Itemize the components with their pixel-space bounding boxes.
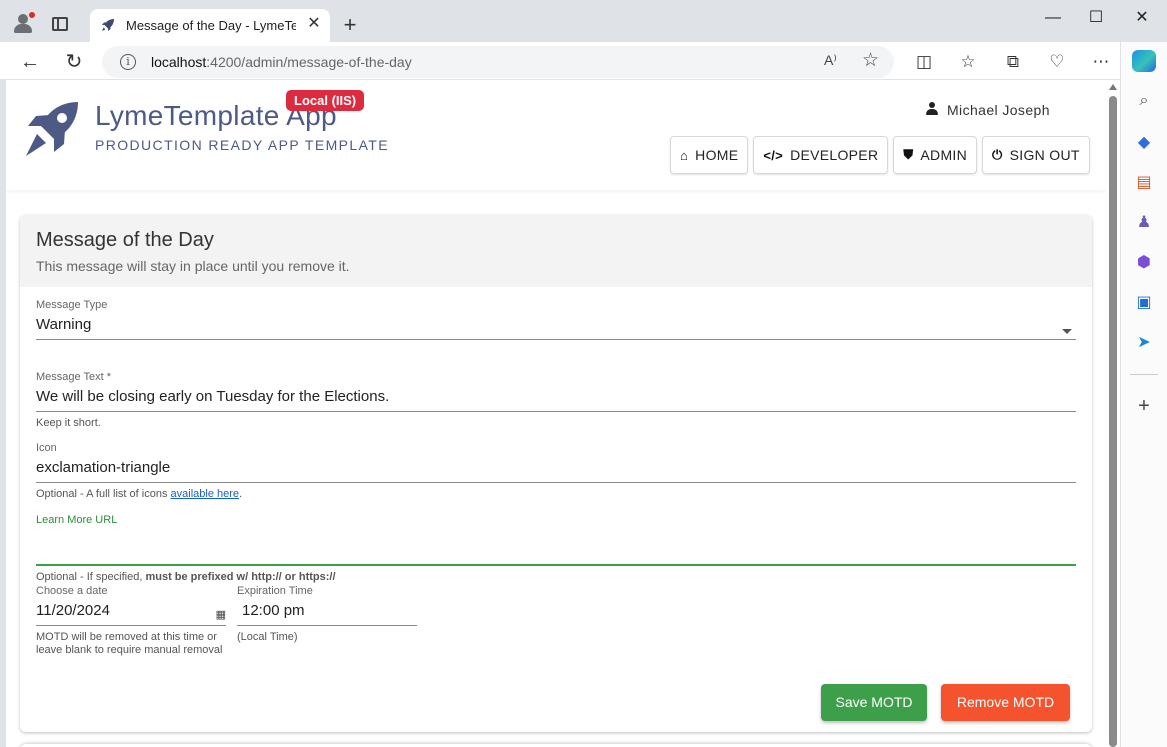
card-title: Message of the Day — [36, 229, 214, 251]
url-text[interactable]: localhost:4200/admin/message-of-the-day — [151, 54, 412, 70]
home-icon: ⌂ — [680, 147, 689, 163]
card-header: Message of the Day This message will sta… — [20, 215, 1092, 287]
time-hint: (Local Time) — [237, 631, 298, 643]
page-scrollbar[interactable] — [1106, 80, 1120, 747]
tools-icon[interactable]: ▤ — [1133, 172, 1155, 194]
learn-more-url-field[interactable]: Learn More URL Optional - If specified, … — [36, 514, 1076, 583]
microsoft365-icon[interactable]: ⬢ — [1133, 252, 1155, 274]
date-hint: MOTD will be removed at this time or lea… — [36, 631, 223, 656]
learn-more-url-input[interactable] — [36, 531, 1076, 566]
remove-motd-button[interactable]: Remove MOTD — [941, 684, 1070, 721]
new-tab-button[interactable]: + — [338, 13, 362, 37]
learn-more-url-hint: Optional - If specified, must be prefixe… — [36, 571, 336, 583]
tab-actions-icon[interactable] — [52, 17, 68, 31]
calendar-icon[interactable]: ▦ — [216, 608, 226, 621]
minimize-button[interactable]: — — [1030, 6, 1076, 30]
expiration-time-field[interactable]: Expiration Time 12:00 pm (Local Time) — [237, 585, 417, 643]
sidebar-divider — [1130, 374, 1158, 375]
power-icon: ⏻ — [992, 147, 1003, 162]
message-type-value[interactable]: Warning — [36, 316, 1076, 340]
rocket-logo-icon[interactable] — [20, 98, 82, 160]
split-screen-icon[interactable]: ◫ — [913, 51, 935, 73]
environment-badge: Local (IIS) — [286, 90, 365, 111]
user-info[interactable]: Michael Joseph — [926, 102, 1050, 118]
app-subtitle: PRODUCTION READY APP TEMPLATE — [95, 137, 389, 153]
learn-more-url-label: Learn More URL — [36, 514, 118, 526]
edge-sidebar: ⌕ ◆ ▤ ♟ ⬢ ▣ ➤ + — [1120, 42, 1167, 747]
admin-button[interactable]: ⛊ ADMIN — [893, 136, 978, 174]
date-label: Choose a date — [36, 585, 108, 597]
favorite-star-icon[interactable]: ☆ — [862, 49, 879, 72]
developer-button[interactable]: </> DEVELOPER — [753, 136, 889, 174]
copilot-icon[interactable] — [1132, 50, 1156, 72]
rocket-favicon-icon — [102, 19, 114, 31]
save-motd-button[interactable]: Save MOTD — [821, 684, 927, 721]
message-text-label: Message Text * — [36, 371, 112, 383]
browser-essentials-icon[interactable]: ♡ — [1046, 51, 1068, 73]
browser-tab-bar: Message of the Day - LymeTemplate App ✕ … — [0, 0, 1167, 42]
add-sidebar-app-icon[interactable]: + — [1133, 395, 1155, 417]
code-icon: </> — [763, 147, 784, 163]
games-icon[interactable]: ♟ — [1133, 212, 1155, 234]
browser-toolbar: ← ↻ i localhost:4200/admin/message-of-th… — [0, 42, 1167, 80]
search-icon[interactable]: ⌕ — [1133, 90, 1155, 112]
card-subtitle: This message will stay in place until yo… — [36, 258, 350, 274]
close-window-button[interactable]: ✕ — [1119, 6, 1165, 30]
icon-hint: Optional - A full list of icons availabl… — [36, 488, 243, 500]
home-button[interactable]: ⌂ HOME — [670, 136, 749, 174]
close-tab-icon[interactable]: ✕ — [304, 14, 324, 34]
icon-input[interactable]: exclamation-triangle — [36, 459, 1076, 483]
date-input[interactable]: 11/20/2024 — [36, 602, 226, 626]
scroll-up-arrow-icon[interactable] — [1109, 84, 1117, 90]
read-aloud-icon[interactable]: A⁾ — [824, 52, 837, 69]
browser-tab-active[interactable]: Message of the Day - LymeTemplate App ✕ — [90, 9, 330, 42]
scrollbar-thumb[interactable] — [1109, 96, 1117, 747]
page-viewport: LymeTemplate App PRODUCTION READY APP TE… — [6, 80, 1106, 747]
more-options-icon[interactable]: ⋯ — [1090, 51, 1112, 73]
user-name: Michael Joseph — [947, 102, 1050, 118]
icon-label: Icon — [36, 442, 57, 454]
address-bar[interactable]: i localhost:4200/admin/message-of-the-da… — [102, 46, 894, 78]
send-icon[interactable]: ➤ — [1133, 332, 1155, 354]
icons-list-link[interactable]: available here — [171, 488, 240, 500]
date-picker-field[interactable]: Choose a date 11/20/2024 ▦ MOTD will be … — [36, 585, 226, 657]
shield-icon: ⛊ — [903, 147, 914, 162]
site-info-icon[interactable]: i — [120, 54, 136, 70]
icon-field[interactable]: Icon exclamation-triangle Optional - A f… — [36, 442, 1076, 500]
chevron-down-icon[interactable] — [1062, 329, 1072, 334]
message-text-input[interactable]: We will be closing early on Tuesday for … — [36, 388, 1076, 412]
tab-title: Message of the Day - LymeTemplate App — [126, 18, 296, 33]
refresh-icon[interactable]: ↻ — [61, 49, 87, 75]
time-label: Expiration Time — [237, 585, 313, 597]
app-header: LymeTemplate App PRODUCTION READY APP TE… — [6, 80, 1106, 190]
collections-icon[interactable]: ⧉ — [1002, 51, 1024, 73]
main-nav: ⌂ HOME </> DEVELOPER ⛊ ADMIN ⏻ SIGN OUT — [670, 136, 1090, 174]
favorites-icon[interactable]: ☆ — [957, 51, 979, 73]
message-type-select[interactable]: Message Type Warning — [36, 299, 1076, 340]
time-input[interactable]: 12:00 pm — [237, 602, 417, 626]
sign-out-button[interactable]: ⏻ SIGN OUT — [982, 136, 1090, 174]
user-icon — [926, 102, 938, 116]
profile-icon[interactable] — [12, 12, 35, 34]
back-arrow-icon[interactable]: ← — [17, 49, 43, 75]
message-text-hint: Keep it short. — [36, 417, 101, 429]
maximize-button[interactable]: ☐ — [1073, 6, 1119, 30]
motd-card: Message of the Day This message will sta… — [20, 215, 1092, 732]
shopping-tag-icon[interactable]: ◆ — [1133, 132, 1155, 154]
message-type-label: Message Type — [36, 299, 108, 311]
message-text-field[interactable]: Message Text * We will be closing early … — [36, 371, 1076, 429]
outlook-icon[interactable]: ▣ — [1133, 292, 1155, 314]
